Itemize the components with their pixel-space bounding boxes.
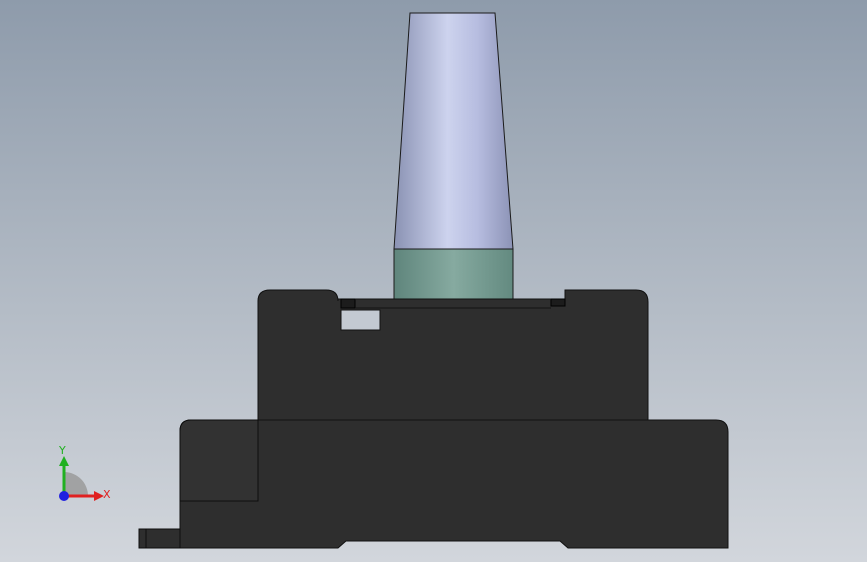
cone-shaft[interactable] — [393, 12, 514, 250]
left-step-panel — [179, 419, 259, 502]
body-base[interactable] — [179, 419, 729, 549]
notch-left — [340, 298, 356, 309]
graphics-viewport[interactable]: Y X — [0, 0, 867, 562]
notch-right — [550, 298, 566, 307]
left-foot-tab — [138, 528, 181, 549]
recess-window — [340, 309, 381, 331]
collar[interactable] — [393, 248, 514, 300]
body-upper[interactable] — [257, 289, 649, 421]
part-model[interactable] — [0, 0, 867, 562]
x-axis-label: X — [103, 488, 111, 501]
coordinate-triad: Y X — [58, 444, 111, 501]
y-axis-label: Y — [58, 444, 66, 457]
